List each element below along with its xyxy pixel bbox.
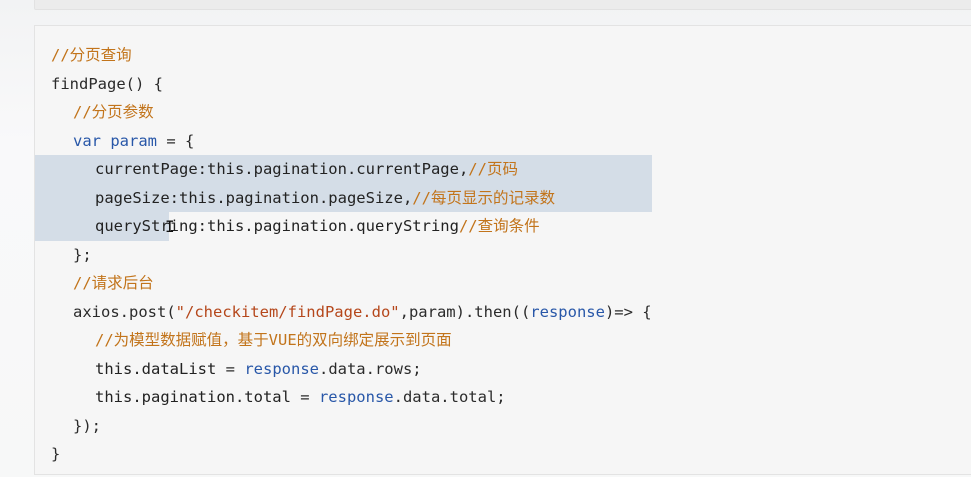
- code-token: =: [290, 388, 319, 406]
- code-line[interactable]: axios.post("/checkitem/findPage.do",para…: [35, 298, 652, 327]
- code-token: )=> {: [604, 302, 652, 321]
- code-token: }: [51, 445, 61, 463]
- code-token: var: [73, 131, 111, 150]
- previous-block: [34, 0, 971, 10]
- code-line[interactable]: this.pagination.total = response.data.to…: [35, 383, 652, 412]
- code-token: .data.total;: [393, 388, 506, 406]
- code-token: .data.rows;: [318, 359, 422, 378]
- code-token: pageSize:this.pagination.pageSize,: [95, 188, 413, 207]
- code-token: response: [318, 388, 394, 406]
- code-line[interactable]: //分页查询: [35, 41, 652, 70]
- code-token: findPage() {: [51, 74, 163, 93]
- code-comment: //请求后台: [73, 274, 154, 292]
- code-comment: //分页查询: [51, 46, 132, 64]
- code-token: ,param).then((: [399, 302, 531, 321]
- code-line[interactable]: //分页参数: [35, 98, 652, 127]
- code-block[interactable]: //分页查询 findPage() {//分页参数 var param = {cur…: [34, 25, 971, 475]
- code-token: this.dataList: [95, 359, 217, 378]
- code-token: = {: [157, 131, 195, 150]
- code-comment: //分页参数: [73, 103, 154, 121]
- code-line[interactable]: var param = {: [35, 127, 652, 156]
- code-token: param: [110, 131, 157, 150]
- code-line[interactable]: pageSize:this.pagination.pageSize,//每页显示…: [35, 183, 652, 212]
- code-line[interactable]: };: [35, 241, 652, 270]
- code-line[interactable]: });: [35, 412, 652, 441]
- code-token: queryString:this.pagination.queryString: [95, 217, 459, 235]
- code-token: "/checkitem/findPage.do": [175, 302, 400, 321]
- code-token: axios.post(: [73, 302, 176, 321]
- code-line[interactable]: this.dataList = response.data.rows;: [35, 355, 652, 384]
- code-token: response: [530, 302, 605, 321]
- page: //分页查询 findPage() {//分页参数 var param = {cur…: [0, 0, 971, 477]
- code-line[interactable]: findPage() {: [35, 70, 652, 99]
- code-line[interactable]: }: [35, 440, 652, 469]
- text-cursor-icon: I: [165, 217, 175, 236]
- code-comment: //每页显示的记录数: [412, 188, 555, 207]
- code-line[interactable]: currentPage:this.pagination.currentPage,…: [35, 155, 652, 184]
- code-token: =: [216, 359, 245, 378]
- code-token: currentPage:this.pagination.currentPage,: [95, 160, 469, 178]
- code-comment: //为模型数据赋值，基于VUE的双向绑定展示到页面: [95, 331, 452, 349]
- code-comment: //页码: [468, 160, 518, 178]
- code-content[interactable]: //分页查询 findPage() {//分页参数 var param = {cur…: [35, 41, 652, 469]
- code-line[interactable]: queryString:this.pagination.queryString/…: [35, 212, 652, 241]
- code-token: this.pagination.total: [95, 388, 291, 406]
- code-token: response: [244, 359, 319, 378]
- code-line[interactable]: //为模型数据赋值，基于VUE的双向绑定展示到页面: [35, 326, 652, 355]
- code-line[interactable]: //请求后台: [35, 269, 652, 298]
- code-comment: //查询条件: [458, 217, 540, 235]
- code-token: });: [73, 416, 101, 435]
- code-token: };: [73, 245, 92, 264]
